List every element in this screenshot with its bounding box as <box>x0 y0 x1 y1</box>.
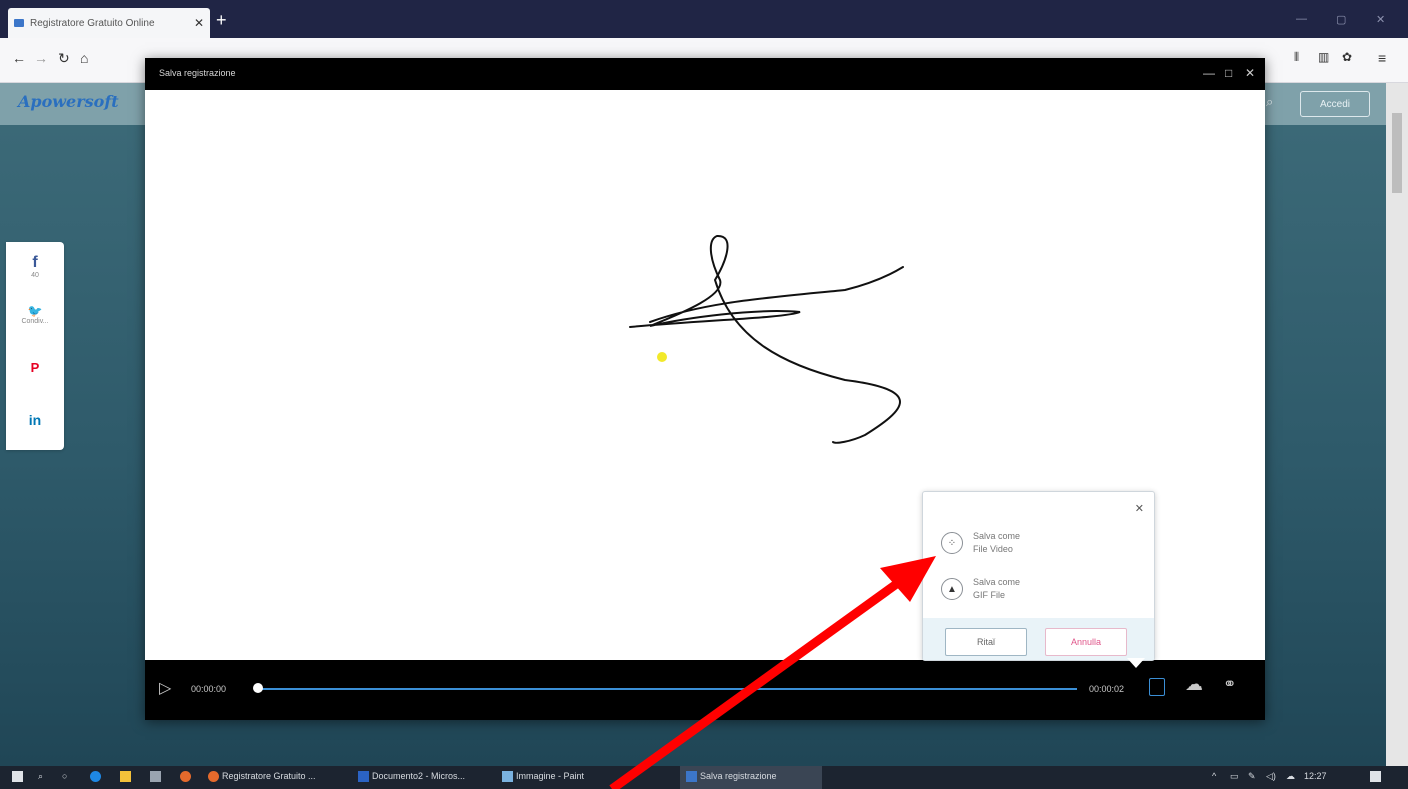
volume-icon[interactable]: ◁) <box>1266 771 1276 782</box>
save-as-video-line2: File Video <box>973 544 1013 554</box>
firefox-window-icon <box>208 771 219 782</box>
new-tab-button[interactable]: + <box>216 10 227 31</box>
save-icon[interactable] <box>1149 678 1165 696</box>
firefox-icon[interactable] <box>180 771 191 782</box>
tray-chevron-icon[interactable]: ^ <box>1212 771 1216 781</box>
sidebar-icon[interactable]: ▥ <box>1318 50 1329 64</box>
network-icon[interactable]: ▭ <box>1230 771 1239 782</box>
image-icon: ▲ <box>941 578 963 600</box>
forward-icon[interactable]: → <box>34 50 48 66</box>
facebook-icon: f <box>32 254 38 271</box>
tab-close-icon[interactable]: ✕ <box>194 16 204 30</box>
search-icon[interactable]: ⌕ <box>1266 94 1273 110</box>
film-reel-icon: ⁘ <box>941 532 963 554</box>
twitter-icon: 🐦 <box>27 304 43 318</box>
windows-start-icon[interactable] <box>12 771 23 782</box>
popup-footer: Ritaǐ Annulla <box>923 618 1154 660</box>
word-icon <box>358 771 369 782</box>
recorder-icon <box>686 771 697 782</box>
share-twitter-label: Condiv... <box>21 318 49 325</box>
timeline-track[interactable] <box>257 688 1077 690</box>
dialog-minimize-button[interactable]: — <box>1203 66 1215 80</box>
calculator-icon[interactable] <box>150 771 161 782</box>
browser-tab[interactable]: Registratore Gratuito Online ✕ <box>8 8 210 38</box>
popup-pointer <box>1127 658 1145 668</box>
share-twitter[interactable]: 🐦 Condiv... <box>6 304 64 325</box>
login-button[interactable]: Accedi <box>1300 91 1370 117</box>
cursor-highlight <box>657 352 667 362</box>
timeline-handle[interactable] <box>253 683 263 693</box>
save-as-gif-line2: GIF File <box>973 590 1006 600</box>
share-facebook-count: 40 <box>31 272 39 279</box>
save-as-video-option[interactable]: ⁘ Salva come File Video <box>941 530 1020 556</box>
taskbar-item-browser[interactable]: Registratore Gratuito ... <box>222 771 316 781</box>
window-maximize-button[interactable]: ▢ <box>1336 13 1346 26</box>
dialog-maximize-button[interactable]: □ <box>1225 66 1232 80</box>
dialog-title: Salva registrazione <box>159 68 236 78</box>
taskbar-item-word[interactable]: Documento2 - Micros... <box>372 771 465 781</box>
site-logo[interactable]: Apowersoft <box>18 92 119 111</box>
save-as-gif-line1: Salva come <box>973 577 1021 587</box>
edge-icon[interactable] <box>90 771 101 782</box>
total-time: 00:00:02 <box>1089 684 1125 694</box>
taskbar-item-paint[interactable]: Immagine - Paint <box>516 771 584 781</box>
save-as-video-line1: Salva come <box>973 531 1021 541</box>
browser-tab-bar <box>0 0 1408 38</box>
linkedin-icon[interactable]: in <box>6 412 64 428</box>
popup-close-icon[interactable]: ✕ <box>1135 502 1144 515</box>
pen-icon[interactable]: ✎ <box>1248 771 1256 782</box>
reload-icon[interactable]: ↻ <box>58 50 70 67</box>
extension-icon[interactable]: ✿ <box>1342 50 1352 64</box>
clock[interactable]: 12:27 <box>1304 771 1327 781</box>
video-player-bar: ▷ 00:00:00 00:00:02 ☁ ⚭ <box>145 660 1265 720</box>
paint-icon <box>502 771 513 782</box>
window-close-button[interactable]: ✕ <box>1376 13 1385 26</box>
home-icon[interactable]: ⌂ <box>80 50 88 66</box>
notifications-icon[interactable] <box>1370 771 1381 782</box>
library-icon[interactable]: ⫴ <box>1294 50 1299 65</box>
menu-icon[interactable]: ≡ <box>1378 50 1386 66</box>
cancel-button[interactable]: Annulla <box>1045 628 1127 656</box>
save-options-popup: ✕ ⁘ Salva come File Video ▲ Salva come G… <box>922 491 1155 661</box>
taskbar-item-recorder[interactable]: Salva registrazione <box>700 771 777 781</box>
ok-button[interactable]: Ritaǐ <box>945 628 1027 656</box>
tab-title: Registratore Gratuito Online <box>30 17 155 29</box>
social-share-bar: f 40 🐦 Condiv... P in <box>6 242 64 450</box>
dialog-close-button[interactable]: ✕ <box>1245 66 1255 80</box>
window-minimize-button[interactable]: — <box>1296 13 1307 25</box>
cortana-icon[interactable]: ○ <box>62 771 67 781</box>
save-as-gif-option[interactable]: ▲ Salva come GIF File <box>941 576 1020 602</box>
search-icon[interactable]: ⌕ <box>38 771 43 782</box>
pinterest-icon[interactable]: P <box>6 360 64 375</box>
dialog-titlebar: Salva registrazione — □ ✕ <box>145 58 1265 90</box>
tab-favicon-icon <box>14 19 24 27</box>
upload-cloud-icon[interactable]: ☁ <box>1185 674 1203 695</box>
page-scrollbar[interactable] <box>1386 83 1408 766</box>
share-facebook[interactable]: f 40 <box>6 254 64 279</box>
play-icon[interactable]: ▷ <box>159 678 171 698</box>
windows-taskbar: ⌕ ○ Registratore Gratuito ... Documento2… <box>0 766 1408 789</box>
scribble-stroke <box>629 234 904 444</box>
share-icon[interactable]: ⚭ <box>1223 674 1236 694</box>
current-time: 00:00:00 <box>191 684 227 694</box>
onedrive-icon[interactable]: ☁ <box>1286 771 1295 782</box>
back-icon[interactable]: ← <box>12 50 26 66</box>
file-explorer-icon[interactable] <box>120 771 131 782</box>
scrollbar-thumb[interactable] <box>1392 113 1402 193</box>
